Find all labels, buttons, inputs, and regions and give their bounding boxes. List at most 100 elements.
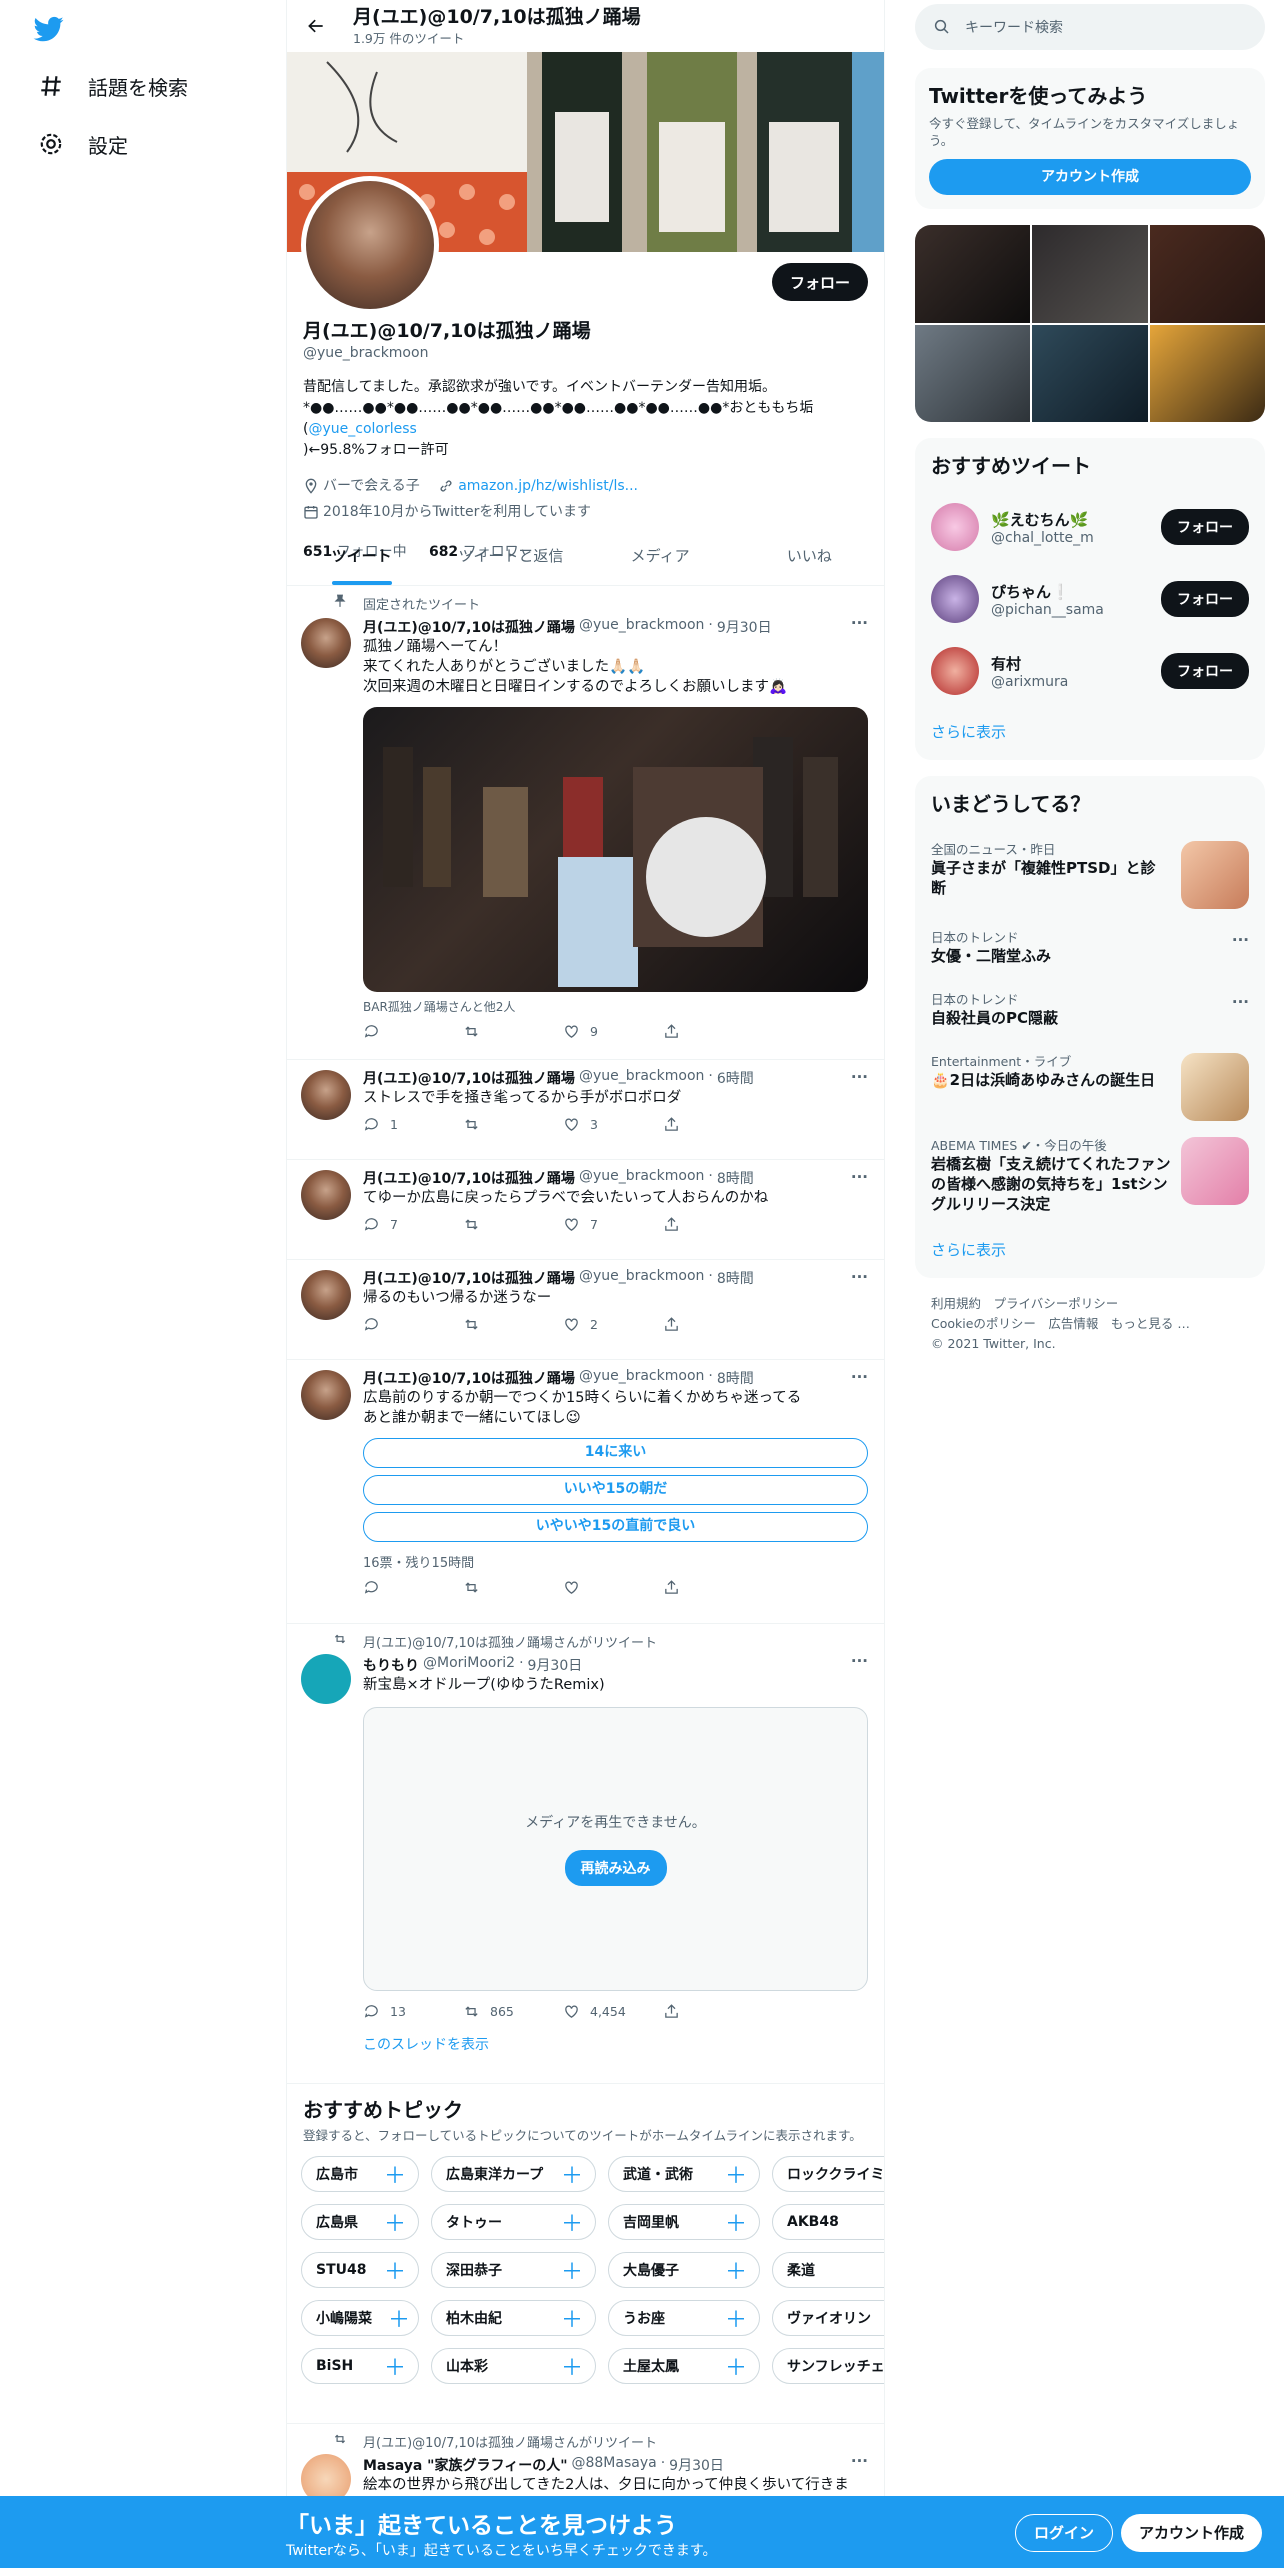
media-thumb[interactable] <box>1032 324 1148 422</box>
like-button[interactable]: 9 <box>563 1023 663 1040</box>
more-icon[interactable]: ··· <box>851 614 868 632</box>
tweet-handle[interactable]: @MoriMoori2 <box>423 1655 515 1675</box>
avatar[interactable] <box>931 503 979 551</box>
topic-chip[interactable]: 柔道＋ <box>772 2252 884 2288</box>
tweet[interactable]: 固定されたツイート 月(ユエ)@10/7,10は孤独ノ踊場 @yue_brackm… <box>287 586 884 1060</box>
tweet-author-name[interactable]: 月(ユエ)@10/7,10は孤独ノ踊場 <box>363 617 575 637</box>
media-thumb[interactable] <box>915 324 1031 422</box>
more-icon[interactable]: ··· <box>1232 931 1249 949</box>
retweet-button[interactable] <box>463 1116 563 1133</box>
footer-line[interactable]: Cookieのポリシー 広告情報 もっと見る … <box>931 1314 1249 1334</box>
more-icon[interactable]: ··· <box>851 1068 868 1086</box>
tweet-handle[interactable]: @yue_brackmoon <box>579 1368 704 1388</box>
nav-explore[interactable]: 話題を検索 <box>30 60 196 112</box>
tweet-handle[interactable]: @88Masaya <box>571 2455 656 2475</box>
avatar[interactable] <box>301 1370 351 1420</box>
follow-button[interactable]: フォロー <box>771 263 868 301</box>
tweet-handle[interactable]: @yue_brackmoon <box>579 1268 704 1288</box>
tweet-photo[interactable] <box>363 707 868 992</box>
share-button[interactable] <box>663 1023 763 1040</box>
retweet-button[interactable]: 865 <box>463 2003 563 2020</box>
retweet-button[interactable] <box>463 1316 563 1333</box>
tweet[interactable]: 月(ユエ)@10/7,10は孤独ノ踊場さんがリツイート もりもり @MoriMoo… <box>287 1624 884 2084</box>
trend-item[interactable]: Entertainment・ライブ 🎂2日は浜崎あゆみさんの誕生日 <box>915 1041 1265 1125</box>
reply-button[interactable] <box>363 1579 463 1596</box>
topic-chip[interactable]: うお座＋ <box>608 2300 760 2336</box>
avatar[interactable] <box>301 1070 351 1120</box>
media-thumb[interactable] <box>1149 324 1265 422</box>
tweet[interactable]: 月(ユエ)@10/7,10は孤独ノ踊場 @yue_brackmoon · 8時間 ··… <box>287 1160 884 1260</box>
reply-button[interactable]: 7 <box>363 1216 463 1233</box>
profile-avatar[interactable] <box>301 176 439 314</box>
topic-chip[interactable]: 土屋太鳳＋ <box>608 2348 760 2384</box>
like-button[interactable]: 4,454 <box>563 2003 663 2020</box>
media-caption[interactable]: BAR孤独ノ踊場さんと他2人 <box>363 998 868 1015</box>
tweet-author-name[interactable]: 月(ユエ)@10/7,10は孤独ノ踊場 <box>363 1068 575 1088</box>
create-account-button[interactable]: アカウント作成 <box>929 159 1251 195</box>
show-more-link[interactable]: さらに表示 <box>915 707 1265 760</box>
who-item[interactable]: ぴちゃん❕ @pichan__sama フォロー <box>915 563 1265 635</box>
topic-chip[interactable]: ヴァイオリン＋ <box>772 2300 884 2336</box>
reload-button[interactable]: 再読み込み <box>564 1850 667 1886</box>
avatar[interactable] <box>931 575 979 623</box>
tweet-handle[interactable]: @yue_brackmoon <box>579 617 704 637</box>
media-thumb[interactable] <box>915 225 1031 323</box>
bio-mention-link[interactable]: @yue_colorless <box>308 421 416 437</box>
topic-chip[interactable]: 深田恭子＋ <box>431 2252 596 2288</box>
trend-item[interactable]: ABEMA TIMES ✔・今日の午後 岩橋玄樹「支え続けてくれたファンの皆様へ感… <box>915 1125 1265 1225</box>
share-button[interactable] <box>663 1579 763 1596</box>
avatar[interactable] <box>301 1270 351 1320</box>
profile-url[interactable]: amazon.jp/hz/wishlist/ls... <box>458 475 638 497</box>
nav-settings[interactable]: 設定 <box>30 118 136 170</box>
topic-chip[interactable]: 吉岡里帆＋ <box>608 2204 760 2240</box>
reply-button[interactable] <box>363 1316 463 1333</box>
reply-button[interactable]: 13 <box>363 2003 463 2020</box>
avatar[interactable] <box>301 1654 351 1704</box>
tweet-handle[interactable]: @yue_brackmoon <box>579 1068 704 1088</box>
tweet[interactable]: 月(ユエ)@10/7,10は孤独ノ踊場 @yue_brackmoon · 8時間 ··… <box>287 1260 884 1360</box>
share-button[interactable] <box>663 1116 763 1133</box>
share-button[interactable] <box>663 1216 763 1233</box>
show-more-link[interactable]: さらに表示 <box>915 1225 1265 1278</box>
tweet[interactable]: 月(ユエ)@10/7,10は孤独ノ踊場 @yue_brackmoon · 6時間 ··… <box>287 1060 884 1160</box>
more-icon[interactable]: ··· <box>851 2452 868 2470</box>
tweet-author-name[interactable]: 月(ユエ)@10/7,10は孤独ノ踊場 <box>363 1268 575 1288</box>
topic-chip[interactable]: BiSH ＋ <box>301 2348 419 2384</box>
avatar[interactable] <box>301 1170 351 1220</box>
tweet-author-name[interactable]: もりもり <box>363 1655 419 1675</box>
tab-media[interactable]: メディア <box>586 526 735 585</box>
follow-button[interactable]: フォロー <box>1161 581 1249 617</box>
follow-button[interactable]: フォロー <box>1161 509 1249 545</box>
tab-tweets[interactable]: ツイート <box>287 526 436 585</box>
tweet[interactable]: 月(ユエ)@10/7,10は孤独ノ踊場 @yue_brackmoon · 8時間 ··… <box>287 1360 884 1624</box>
tweet-author-name[interactable]: 月(ユエ)@10/7,10は孤独ノ踊場 <box>363 1368 575 1388</box>
tweet-author-name[interactable]: 月(ユエ)@10/7,10は孤独ノ踊場 <box>363 1168 575 1188</box>
topic-chip[interactable]: 小嶋陽菜＋ <box>301 2300 419 2336</box>
topic-chip[interactable]: 広島市＋ <box>301 2156 419 2192</box>
trend-item[interactable]: 日本のトレンド 自殺社員のPC隠蔽 ··· <box>915 979 1265 1041</box>
media-thumb[interactable] <box>1032 225 1148 323</box>
avatar[interactable] <box>301 618 351 668</box>
trend-item[interactable]: 全国のニュース・昨日 眞子さまが「複雑性PTSD」と診断 <box>915 829 1265 917</box>
tweet-time[interactable]: 8時間 <box>717 1368 754 1388</box>
retweet-button[interactable] <box>463 1216 563 1233</box>
topic-chip[interactable]: 広島東洋カープ＋ <box>431 2156 596 2192</box>
login-button[interactable]: ログイン <box>1015 2514 1114 2552</box>
tweet-time[interactable]: 9月30日 <box>717 617 772 637</box>
footer-line[interactable]: 利用規約 プライバシーポリシー <box>931 1294 1249 1314</box>
tweet-time[interactable]: 6時間 <box>717 1068 754 1088</box>
like-button[interactable]: 7 <box>563 1216 663 1233</box>
retweet-button[interactable] <box>463 1023 563 1040</box>
tweet-handle[interactable]: @yue_brackmoon <box>579 1168 704 1188</box>
topic-chip[interactable]: STU48 ＋ <box>301 2252 419 2288</box>
who-item[interactable]: 🌿えむちん🌿 @chal_lotte_m フォロー <box>915 491 1265 563</box>
video-player[interactable]: メディアを再生できません。 再読み込み <box>363 1707 868 1991</box>
more-icon[interactable]: ··· <box>851 1368 868 1386</box>
more-icon[interactable]: ··· <box>851 1652 868 1670</box>
poll-option[interactable]: いいや15の朝だ <box>363 1475 868 1505</box>
more-icon[interactable]: ··· <box>851 1268 868 1286</box>
tweet-time[interactable]: 8時間 <box>717 1268 754 1288</box>
retweet-button[interactable] <box>463 1579 563 1596</box>
topic-chip[interactable]: AKB48＋ <box>772 2204 884 2240</box>
tweet-time[interactable]: 9月30日 <box>528 1655 583 1675</box>
